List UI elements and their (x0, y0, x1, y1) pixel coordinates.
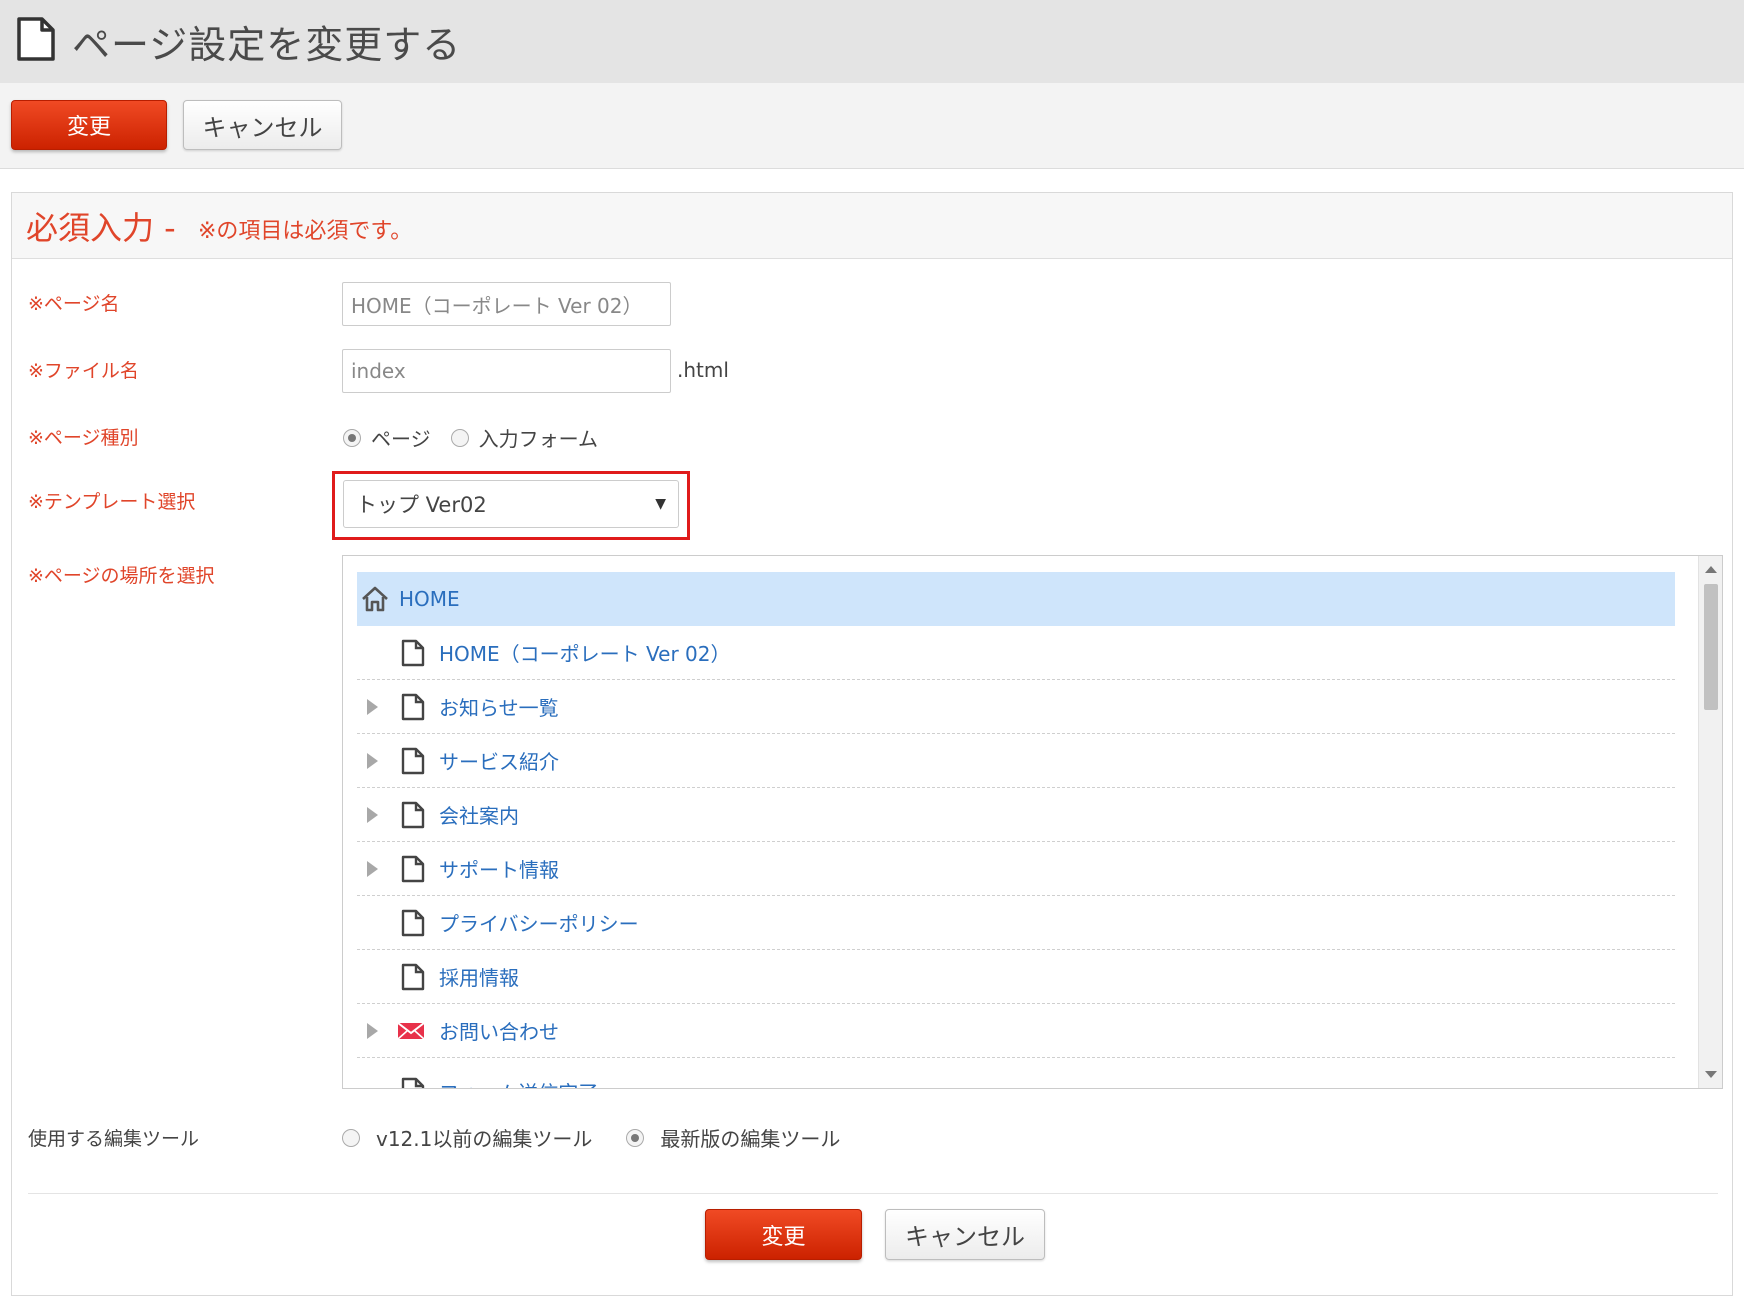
page-title: ページ設定を変更する (72, 23, 462, 67)
tree-item-label: フォーム送信完了 (439, 1077, 598, 1089)
expand-arrow-icon[interactable] (367, 1022, 378, 1039)
tree-item-page[interactable]: サービス紹介 (357, 734, 1675, 788)
page-icon (401, 855, 425, 882)
tree-item-page[interactable]: 採用情報 (357, 950, 1675, 1004)
tree-item-page[interactable]: フォーム送信完了 (357, 1064, 1675, 1089)
file-extension: .html (677, 358, 729, 382)
radio-legacy-editor-label: v12.1以前の編集ツール (376, 1127, 593, 1151)
footer-divider (28, 1193, 1718, 1194)
page-icon (401, 693, 425, 720)
tree-item-label: サービス紹介 (439, 750, 559, 774)
radio-page-label: ページ (371, 427, 431, 451)
scroll-down-arrow-icon[interactable] (1705, 1071, 1717, 1078)
footer-cancel-button[interactable]: キャンセル (885, 1209, 1045, 1260)
page-icon (401, 801, 425, 828)
tree-item-label: サポート情報 (439, 858, 559, 882)
expand-arrow-icon[interactable] (367, 860, 378, 877)
dropdown-arrow-icon: ▼ (655, 496, 666, 512)
file-name-label: ※ファイル名 (28, 360, 139, 382)
page-type-label: ※ページ種別 (28, 427, 139, 449)
page-icon (17, 17, 55, 61)
section-title: 必須入力 - (26, 209, 176, 247)
expand-arrow-icon[interactable] (367, 698, 378, 715)
tree-item-label: HOME (399, 587, 460, 611)
page-icon (401, 639, 425, 666)
toolbar: 変更 キャンセル (0, 83, 1744, 169)
title-bar: ページ設定を変更する (0, 0, 1744, 83)
section-note: ※の項目は必須です。 (198, 219, 413, 244)
home-icon (362, 586, 388, 612)
page-icon (401, 747, 425, 774)
page-icon (401, 1077, 425, 1088)
mail-icon (397, 1021, 425, 1040)
submit-button[interactable]: 変更 (11, 100, 167, 150)
tree-item-label: HOME（コーポレート Ver 02） (439, 642, 731, 666)
tree-item-page[interactable]: プライバシーポリシー (357, 896, 1675, 950)
page-type-page[interactable]: ページ (343, 423, 431, 452)
page-type-options: ページ 入力フォーム (343, 423, 618, 452)
page-name-label: ※ページ名 (28, 293, 120, 315)
tree-item-page[interactable]: サポート情報 (357, 842, 1675, 896)
tree-item-label: 会社案内 (439, 804, 519, 828)
required-input-panel: 必須入力 - ※の項目は必須です。 ※ページ名 HOME（コーポレート Ver … (11, 192, 1733, 1296)
expand-arrow-icon[interactable] (367, 752, 378, 769)
page-icon (401, 909, 425, 936)
page-icon (401, 963, 425, 990)
editor-option-latest[interactable]: 最新版の編集ツール (626, 1123, 840, 1152)
tree-item-page[interactable]: お知らせ一覧 (357, 680, 1675, 734)
editor-options: v12.1以前の編集ツール 最新版の編集ツール (342, 1123, 860, 1152)
expand-arrow-icon[interactable] (367, 806, 378, 823)
page-name-input[interactable]: HOME（コーポレート Ver 02） (342, 282, 671, 326)
tree-item-contact[interactable]: お問い合わせ (357, 1004, 1675, 1058)
tree-item-label: プライバシーポリシー (439, 912, 639, 936)
radio-legacy-editor[interactable] (342, 1128, 360, 1147)
tree-scrollbar[interactable] (1698, 556, 1722, 1088)
radio-latest-editor-label: 最新版の編集ツール (660, 1127, 841, 1151)
template-label: ※テンプレート選択 (28, 491, 196, 513)
tree-item-page[interactable]: HOME（コーポレート Ver 02） (357, 626, 1675, 680)
panel-header: 必須入力 - ※の項目は必須です。 (12, 193, 1732, 259)
scroll-up-arrow-icon[interactable] (1705, 566, 1717, 573)
editor-label: 使用する編集ツール (28, 1128, 200, 1150)
tree-item-label: 採用情報 (439, 966, 519, 990)
radio-input-form[interactable] (450, 428, 469, 447)
editor-option-legacy[interactable]: v12.1以前の編集ツール (342, 1123, 592, 1152)
tree-item-label: お問い合わせ (439, 1020, 559, 1044)
tree-item-page[interactable]: 会社案内 (357, 788, 1675, 842)
tree-item-home[interactable]: HOME (357, 572, 1675, 626)
cancel-button[interactable]: キャンセル (183, 100, 342, 150)
page-tree[interactable]: HOME HOME（コーポレート Ver 02） お知らせ一覧 サービス紹介 会… (342, 555, 1723, 1089)
radio-page[interactable] (343, 428, 361, 447)
tree-item-label: お知らせ一覧 (439, 696, 559, 720)
page-type-form[interactable]: 入力フォーム (450, 423, 599, 452)
file-name-input[interactable]: index (342, 349, 671, 393)
template-select[interactable]: トップ Ver02 ▼ (343, 480, 679, 528)
footer-submit-button[interactable]: 変更 (705, 1209, 862, 1260)
template-selected-value: トップ Ver02 (356, 493, 487, 517)
radio-input-form-label: 入力フォーム (478, 427, 599, 451)
radio-latest-editor[interactable] (626, 1128, 645, 1147)
location-label: ※ページの場所を選択 (28, 565, 215, 587)
scroll-thumb[interactable] (1704, 584, 1718, 710)
